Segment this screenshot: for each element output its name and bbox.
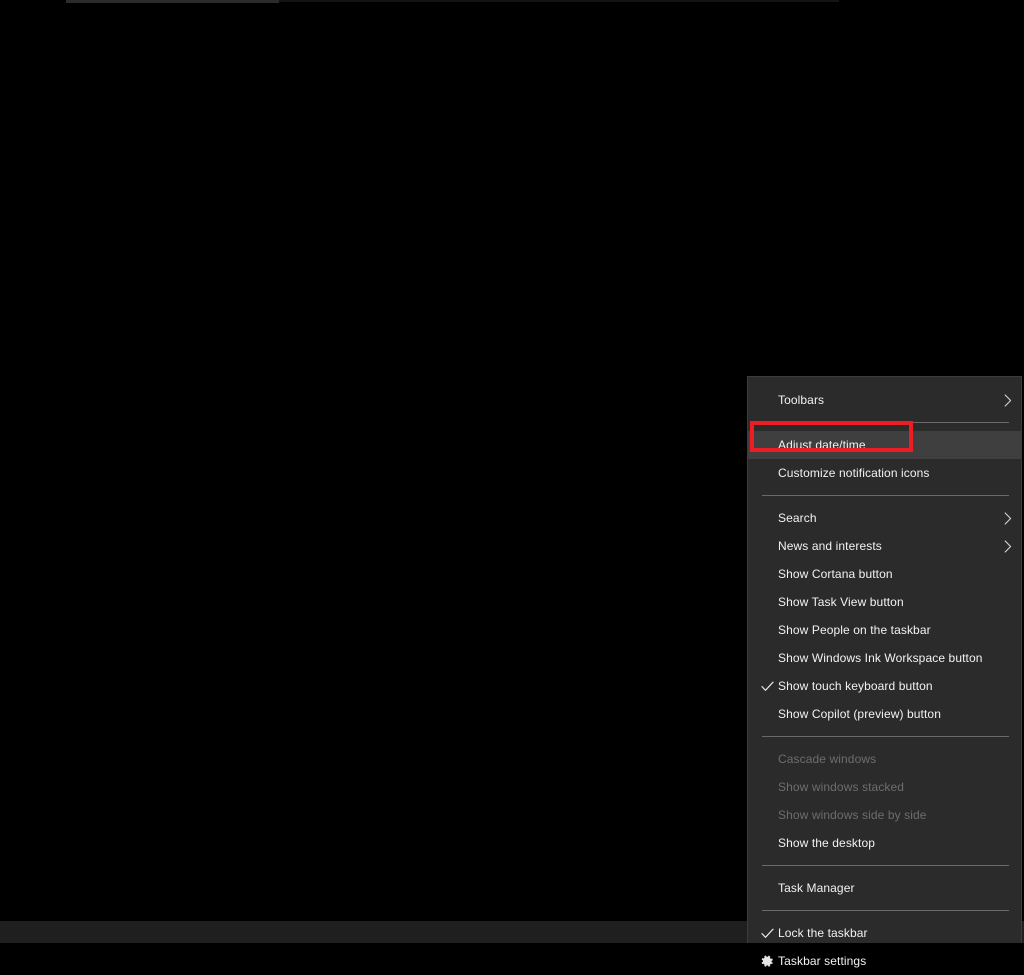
- chevron-right-icon: [995, 511, 1021, 525]
- menu-item-show-the-desktop[interactable]: Show the desktop: [748, 829, 1021, 857]
- menu-item-label: Search: [778, 511, 817, 525]
- menu-item-label: Toolbars: [778, 393, 825, 407]
- menu-item-label: Show Cortana button: [778, 567, 893, 581]
- menu-item-show-people-on-the-taskbar[interactable]: Show People on the taskbar: [748, 616, 1021, 644]
- menu-item-toolbars[interactable]: Toolbars: [748, 386, 1021, 414]
- menu-item-show-windows-ink-workspace-button[interactable]: Show Windows Ink Workspace button: [748, 644, 1021, 672]
- menu-item-label: Show Task View button: [778, 595, 904, 609]
- menu-item-label: Show windows side by side: [778, 808, 927, 822]
- top-window-edge-artifact: [66, 0, 279, 3]
- menu-item-label: Show touch keyboard button: [778, 679, 933, 693]
- menu-item-label: Task Manager: [778, 881, 855, 895]
- menu-item-search[interactable]: Search: [748, 504, 1021, 532]
- menu-item-show-windows-stacked: Show windows stacked: [748, 773, 1021, 801]
- menu-item-label: Show windows stacked: [778, 780, 905, 794]
- desktop-background[interactable]: Toolbars Adjust date/time Customize notifi…: [0, 0, 1024, 968]
- top-window-edge-artifact-extension: [279, 0, 839, 2]
- menu-item-show-task-view-button[interactable]: Show Task View button: [748, 588, 1021, 616]
- menu-item-label: Taskbar settings: [778, 954, 867, 968]
- menu-item-label: Show People on the taskbar: [778, 623, 931, 637]
- menu-item-show-cortana-button[interactable]: Show Cortana button: [748, 560, 1021, 588]
- menu-item-show-copilot-preview-button[interactable]: Show Copilot (preview) button: [748, 700, 1021, 728]
- menu-separator: [762, 422, 1009, 423]
- menu-item-label: Customize notification icons: [778, 466, 930, 480]
- checkmark-icon: [748, 928, 778, 939]
- menu-item-show-touch-keyboard-button[interactable]: Show touch keyboard button: [748, 672, 1021, 700]
- menu-separator: [762, 736, 1009, 737]
- chevron-right-icon: [995, 393, 1021, 407]
- menu-item-cascade-windows: Cascade windows: [748, 745, 1021, 773]
- menu-separator: [762, 865, 1009, 866]
- checkmark-icon: [748, 681, 778, 692]
- menu-item-taskbar-settings[interactable]: Taskbar settings: [748, 947, 1021, 975]
- menu-item-label: Show the desktop: [778, 836, 875, 850]
- menu-item-customize-notification-icons[interactable]: Customize notification icons: [748, 459, 1021, 487]
- menu-item-adjust-date-time[interactable]: Adjust date/time: [748, 431, 1021, 459]
- menu-separator: [762, 910, 1009, 911]
- taskbar-context-menu[interactable]: Toolbars Adjust date/time Customize notifi…: [747, 376, 1022, 968]
- menu-item-label: Show Windows Ink Workspace button: [778, 651, 983, 665]
- menu-item-show-windows-side-by-side: Show windows side by side: [748, 801, 1021, 829]
- gear-icon: [748, 955, 778, 968]
- chevron-right-icon: [995, 539, 1021, 553]
- menu-separator: [762, 495, 1009, 496]
- menu-item-news-and-interests[interactable]: News and interests: [748, 532, 1021, 560]
- menu-item-label: Cascade windows: [778, 752, 877, 766]
- menu-item-label: News and interests: [778, 539, 882, 553]
- menu-item-label: Show Copilot (preview) button: [778, 707, 941, 721]
- menu-item-label: Adjust date/time: [778, 438, 866, 452]
- menu-item-task-manager[interactable]: Task Manager: [748, 874, 1021, 902]
